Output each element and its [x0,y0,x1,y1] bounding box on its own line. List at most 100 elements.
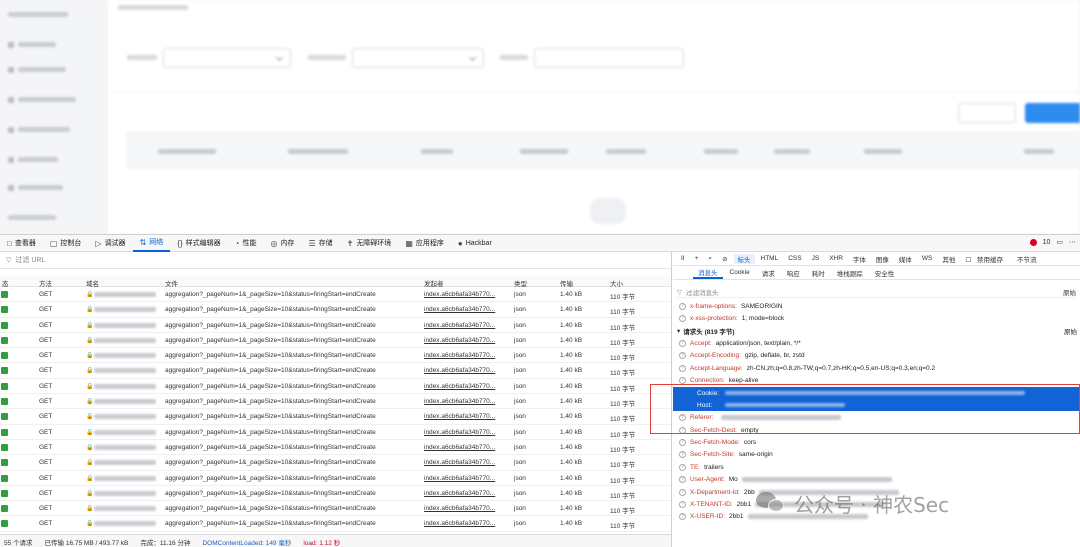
row-initiator[interactable]: index.a6cb6afa34b770... [424,490,506,497]
table-row[interactable]: GET 🔒 aggregation?_pageNum=1&_pageSize=10&… [0,363,671,379]
reset-button[interactable] [958,103,1016,123]
tab-network[interactable]: ⇅ 网络 [132,235,171,252]
help-icon[interactable]: ? [679,500,686,508]
details-tab-0[interactable]: 消息头 [693,267,723,279]
help-icon[interactable]: ? [679,438,686,446]
dock-icon[interactable]: ▭ [1056,238,1063,246]
row-initiator[interactable]: index.a6cb6afa34b770... [424,383,506,390]
sidebar-item[interactable] [8,10,68,19]
sidebar-item[interactable] [8,213,56,222]
row-initiator[interactable]: index.a6cb6afa34b770... [424,459,506,466]
type-filter-8[interactable]: WS [918,255,936,262]
filter-select[interactable] [352,48,484,68]
row-initiator[interactable]: index.a6cb6afa34b770... [424,444,506,451]
details-tab-2[interactable]: 请求 [757,268,780,278]
row-initiator[interactable]: index.a6cb6afa34b770... [424,367,506,374]
header-entry[interactable]: ? x-xss-protection: 1; mode=block [679,312,1079,324]
table-row[interactable]: GET 🔒 aggregation?_pageNum=1&_pageSize=10&… [0,348,671,364]
header-entry[interactable]: ? Sec-Fetch-Mode: cors [679,436,1079,448]
pause-icon[interactable]: II [677,255,689,262]
details-tab-6[interactable]: 安全性 [870,268,900,278]
error-count[interactable]: 10 [1043,239,1051,246]
sidebar-item[interactable] [8,183,63,192]
row-initiator[interactable]: index.a6cb6afa34b770... [424,413,506,420]
table-row[interactable]: GET 🔒 aggregation?_pageNum=1&_pageSize=10&… [0,486,671,502]
type-filter-7[interactable]: 媒体 [895,254,916,264]
tab-accessibility[interactable]: ✝ 无障碍环境 [340,235,399,252]
header-filter-input[interactable]: 过滤消息头 [686,287,719,297]
sidebar-item[interactable] [8,40,56,49]
row-initiator[interactable]: index.a6cb6afa34b770... [424,505,506,512]
tab-application[interactable]: ▦ 应用程序 [398,235,451,252]
type-filter-3[interactable]: JS [808,255,824,262]
row-initiator[interactable]: index.a6cb6afa34b770... [424,429,506,436]
query-button[interactable] [1025,103,1080,123]
type-filter-4[interactable]: XHR [825,255,847,262]
row-initiator[interactable]: index.a6cb6afa34b770... [424,322,506,329]
search-icon[interactable]: ⌕ [704,255,716,263]
row-initiator[interactable]: index.a6cb6afa34b770... [424,337,506,344]
details-tab-5[interactable]: 堆栈跟踪 [832,268,868,278]
table-row[interactable]: GET 🔒 aggregation?_pageNum=1&_pageSize=10&… [0,471,671,486]
help-icon[interactable]: ? [679,451,686,459]
url-filter[interactable]: ▽ 过滤 URL [0,252,671,269]
tab-performance[interactable]: ◔ 性能 [228,235,264,252]
row-initiator[interactable]: index.a6cb6afa34b770... [424,352,506,359]
details-tab-3[interactable]: 响应 [782,268,805,278]
table-row[interactable]: GET 🔒 aggregation?_pageNum=1&_pageSize=10&… [0,440,671,456]
type-filter-9[interactable]: 其他 [938,254,959,264]
raw-toggle[interactable]: 原始 [1064,326,1077,336]
block-icon[interactable]: ⊘ [718,255,731,263]
sidebar-item[interactable] [8,65,66,74]
tab-hackbar[interactable]: ● Hackbar [451,235,499,252]
type-filter-0[interactable]: 标头 [733,253,755,264]
url-filter-input[interactable]: 过滤 URL [15,255,45,265]
table-row[interactable]: GET 🔒 aggregation?_pageNum=1&_pageSize=10&… [0,516,671,532]
table-row[interactable]: GET 🔒 aggregation?_pageNum=1&_pageSize=10&… [0,501,671,517]
sidebar-item[interactable] [8,95,76,104]
row-initiator[interactable]: index.a6cb6afa34b770... [424,520,506,527]
raw-toggle[interactable]: 原始 [1063,287,1076,297]
table-row[interactable]: GET 🔒 aggregation?_pageNum=1&_pageSize=10&… [0,287,671,303]
tab-console[interactable]: ▢ 控制台 [43,235,89,252]
header-entry[interactable]: ? User-Agent: Mo [679,474,1079,486]
more-icon[interactable]: ⋯ [1069,238,1076,246]
help-icon[interactable]: ? [679,352,686,360]
disable-cache-checkbox[interactable]: ☐ 禁用缓存 [961,254,1011,264]
help-icon[interactable]: ? [679,463,686,471]
type-filter-2[interactable]: CSS [784,255,805,262]
help-icon[interactable]: ? [679,364,686,372]
request-headers-section[interactable]: ▾ 请求头 (819 字节) 原始 [677,325,1077,337]
header-filter[interactable]: ▽ 过滤消息头 原始 [677,286,1076,298]
type-filter-1[interactable]: HTML [757,255,783,262]
row-initiator[interactable]: index.a6cb6afa34b770... [424,291,506,298]
sidebar-item[interactable] [8,155,58,164]
row-initiator[interactable]: index.a6cb6afa34b770... [424,306,506,313]
header-entry[interactable]: ? Sec-Fetch-Site: same-origin [679,449,1079,461]
table-row[interactable]: GET 🔒 aggregation?_pageNum=1&_pageSize=10&… [0,302,671,318]
error-icon[interactable] [1029,238,1037,246]
type-filter-6[interactable]: 图像 [872,254,893,264]
help-icon[interactable]: ? [679,488,686,496]
add-icon[interactable]: + [691,255,703,262]
table-row[interactable]: GET 🔒 aggregation?_pageNum=1&_pageSize=10&… [0,409,671,425]
details-tab-4[interactable]: 耗时 [807,268,830,278]
tab-debugger[interactable]: ▷ 调试器 [88,235,132,252]
collapse-icon[interactable]: ▾ [677,327,680,335]
help-icon[interactable]: ? [679,513,686,521]
tab-inspector[interactable]: □ 查看器 [0,235,43,252]
row-initiator[interactable]: index.a6cb6afa34b770... [424,398,506,405]
sidebar-item[interactable] [8,125,70,134]
table-row[interactable]: GET 🔒 aggregation?_pageNum=1&_pageSize=10&… [0,318,671,333]
table-row[interactable]: GET 🔒 aggregation?_pageNum=1&_pageSize=10&… [0,333,671,349]
table-row[interactable]: GET 🔒 aggregation?_pageNum=1&_pageSize=10&… [0,425,671,440]
help-icon[interactable]: ? [679,476,686,484]
details-tab-1[interactable]: Cookie [725,269,755,276]
header-entry[interactable]: ? Accept-Language: zh-CN,zh;q=0.8,zh-TW;q=… [679,362,1079,374]
tab-style-editor[interactable]: {} 样式编辑器 [170,235,227,252]
header-entry[interactable]: ? Accept-Encoding: gzip, deflate, br, zstd [679,350,1079,362]
header-entry[interactable]: ? TE: trailers [679,461,1079,473]
type-filter-5[interactable]: 字体 [849,254,870,264]
header-entry[interactable]: ? x-frame-options: SAMEORIGIN [679,300,1079,312]
filter-select[interactable] [534,48,684,68]
